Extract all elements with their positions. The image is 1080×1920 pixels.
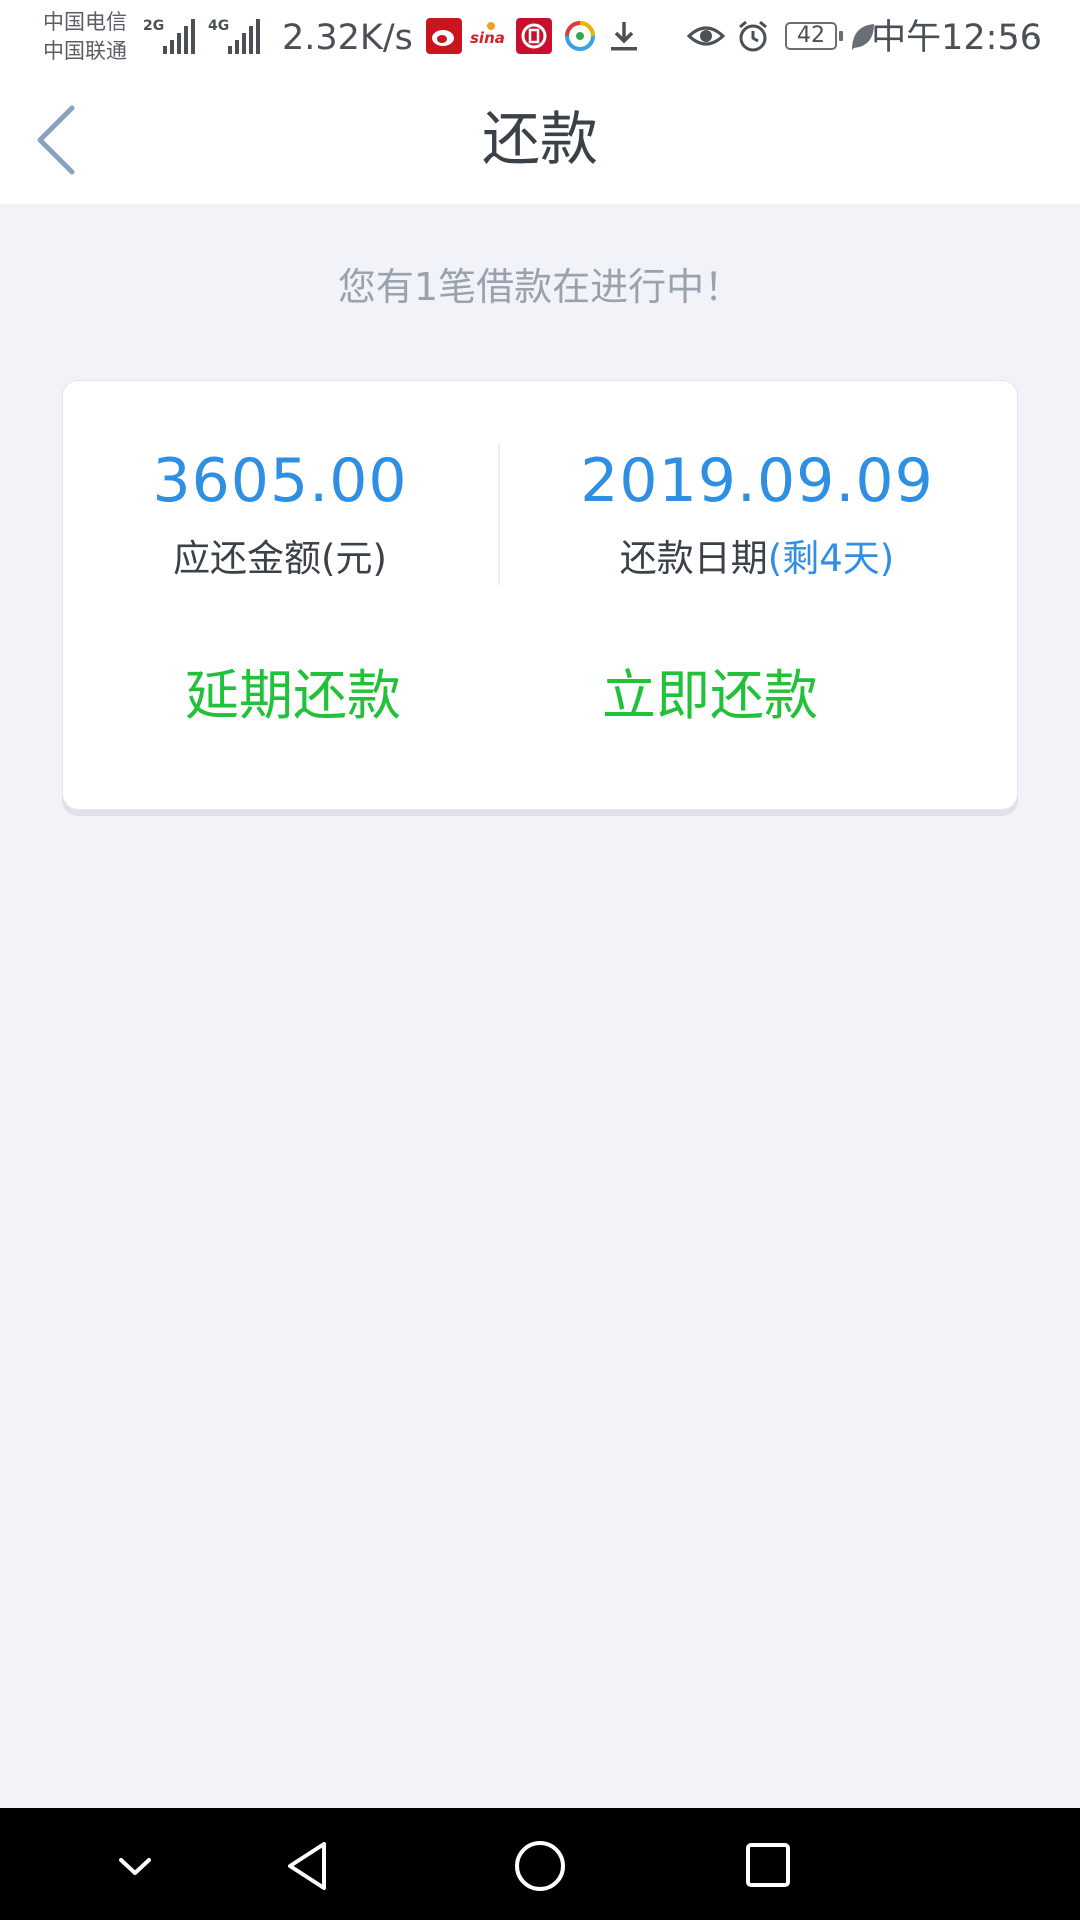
alarm-icon	[739, 20, 767, 52]
eye-comfort-icon	[686, 26, 726, 46]
bank-app-icon	[516, 18, 552, 54]
status-bar: 中国电信 中国联通 2G 4G 2.32K/s sina ··· 42 中午12…	[0, 0, 1080, 76]
repay-now-button[interactable]: 立即还款	[560, 661, 860, 731]
clock: 中午12:56	[871, 18, 1042, 58]
defer-repayment-button[interactable]: 延期还款	[143, 661, 443, 731]
system-navigation-bar	[0, 1808, 1080, 1920]
signal-2g-icon: 2G	[143, 18, 195, 54]
amount-section: 3605.00 应还金额(元)	[63, 441, 497, 583]
network-4g-label: 4G	[208, 18, 229, 34]
carrier-info: 中国电信 中国联通	[43, 8, 127, 66]
svg-text:sina: sina	[470, 29, 505, 47]
due-date-value: 2019.09.09	[580, 446, 934, 516]
repayment-card: 3605.00 应还金额(元) 2019.09.09 还款日期(剩4天) 延期还…	[62, 380, 1018, 810]
loan-status-notice: 您有1笔借款在进行中！	[337, 265, 743, 309]
download-icon	[611, 22, 637, 51]
carrier-2: 中国联通	[43, 39, 127, 63]
amount-due-label: 应还金额(元)	[173, 537, 387, 580]
amount-due-value: 3605.00	[152, 446, 408, 516]
app-header: 还款	[0, 76, 1080, 204]
chevron-down-icon[interactable]	[105, 1836, 165, 1896]
sina-app-icon: sina	[470, 22, 505, 47]
news-app-icon	[565, 21, 595, 51]
square-recent-icon[interactable]	[738, 1836, 798, 1896]
weibo-app-icon	[426, 18, 462, 54]
carrier-1: 中国电信	[43, 10, 127, 34]
signal-4g-icon: 4G	[208, 18, 260, 54]
due-date-caption: 还款日期(剩4天)	[497, 535, 1017, 583]
page-title: 还款	[481, 105, 598, 173]
battery-indicator: 42	[785, 22, 843, 50]
due-date-section: 2019.09.09 还款日期(剩4天)	[497, 441, 1017, 583]
network-speed: 2.32K/s	[282, 18, 413, 58]
circle-home-icon[interactable]	[510, 1836, 570, 1896]
days-remaining: (剩4天)	[767, 537, 895, 580]
due-date-label: 还款日期	[619, 537, 768, 580]
triangle-back-icon[interactable]	[280, 1836, 340, 1896]
network-2g-label: 2G	[143, 18, 164, 34]
